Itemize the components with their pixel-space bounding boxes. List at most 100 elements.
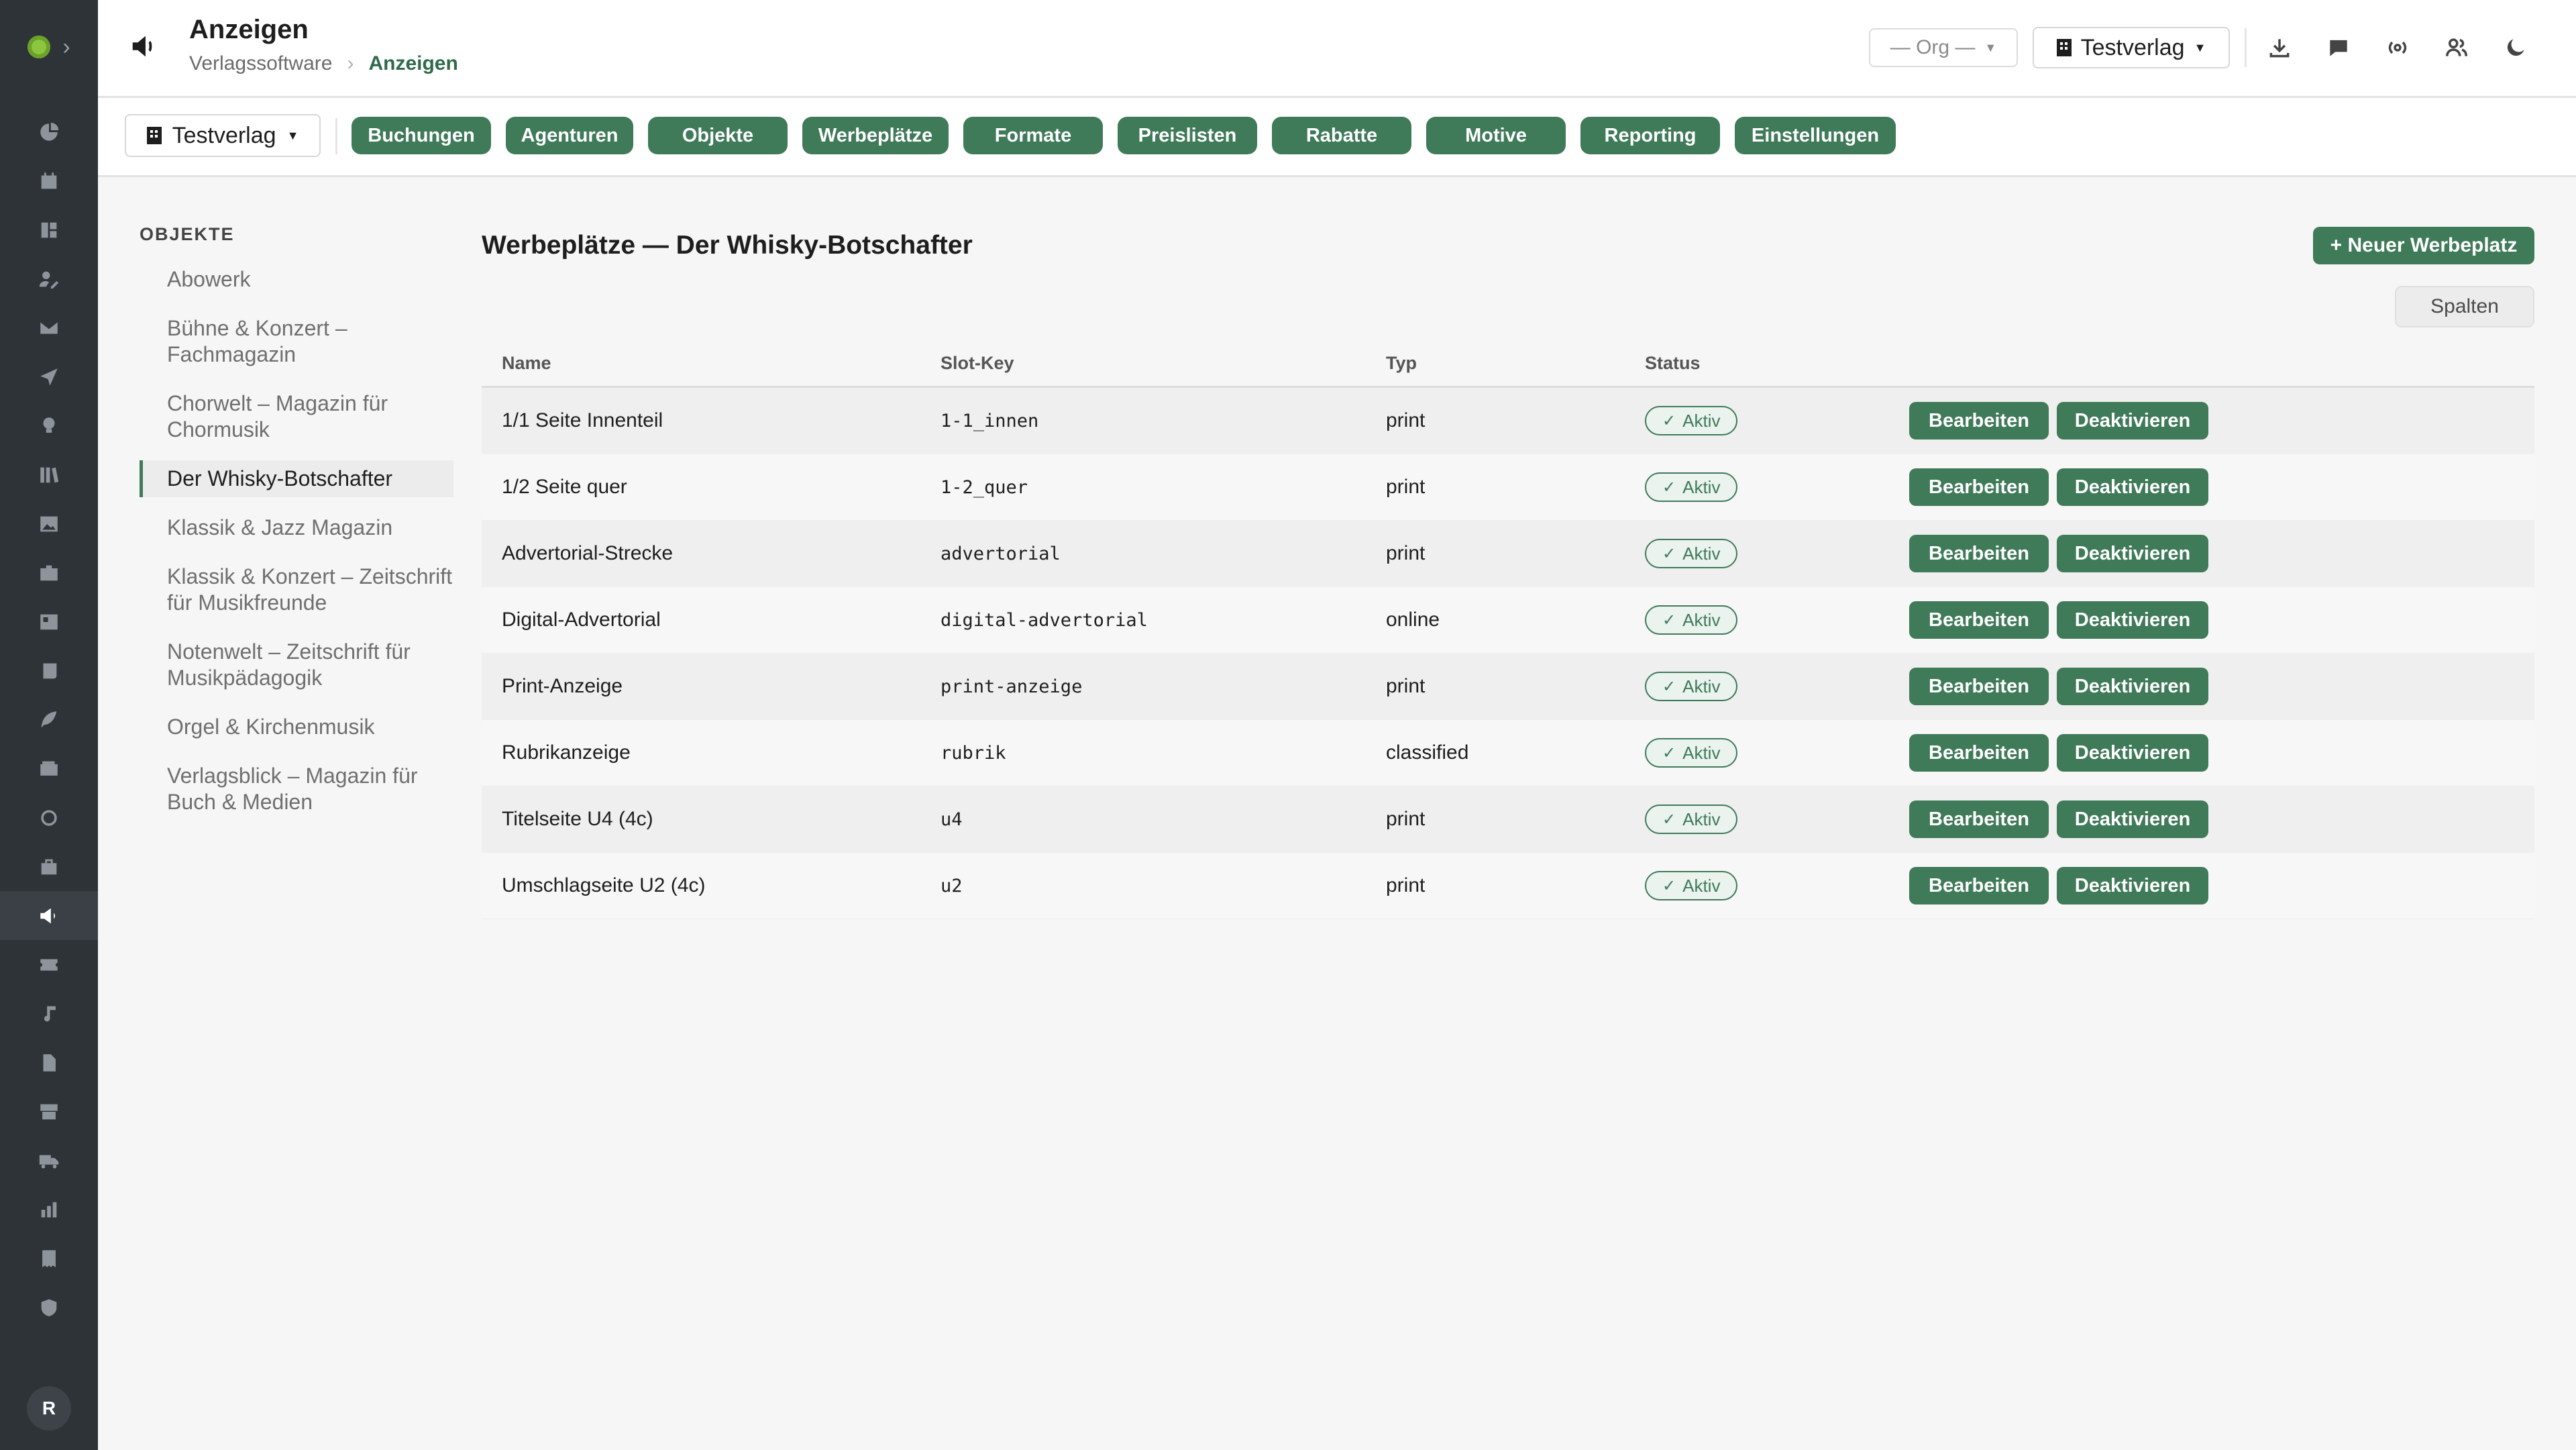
status-label: Aktiv [1682, 410, 1721, 431]
rail-item-truck[interactable] [0, 1136, 98, 1185]
module-tabs: Buchungen Agenturen Objekte Werbeplätze Form… [352, 117, 1896, 154]
deactivate-button[interactable]: Deaktivieren [2057, 601, 2208, 639]
rail-item-megaphone[interactable] [0, 891, 98, 940]
library-icon [40, 467, 59, 482]
rail-item-user-edit[interactable] [0, 254, 98, 303]
status-badge: ✓ Aktiv [1645, 605, 1738, 635]
rail-item-briefcase[interactable] [0, 548, 98, 597]
tab-reporting[interactable]: Reporting [1580, 117, 1720, 154]
rail-item-dashboard[interactable] [0, 107, 98, 156]
tab-objekte[interactable]: Objekte [648, 117, 788, 154]
status-label: Aktiv [1682, 676, 1721, 696]
expand-sidebar-icon[interactable]: › [62, 36, 70, 58]
rail-item-music[interactable] [0, 989, 98, 1038]
rail-item-bag[interactable] [0, 842, 98, 891]
table-row: Print-Anzeige print-anzeige print ✓ Aktiv Bea… [482, 654, 2534, 720]
edit-button[interactable]: Bearbeiten [1909, 601, 2049, 639]
objekt-item[interactable]: Klassik & Konzert – Zeitschrift für Musi… [140, 558, 453, 621]
rail-item-calendar[interactable] [0, 156, 98, 205]
objekt-item[interactable]: Der Whisky-Botschafter [140, 460, 453, 497]
tab-buchungen[interactable]: Buchungen [352, 117, 491, 154]
column-header-slot-key[interactable]: Slot-Key [941, 353, 1386, 374]
publisher-select-value: Testverlag [2080, 34, 2185, 60]
cell-status: ✓ Aktiv [1645, 472, 1909, 502]
rail-item-wallet[interactable] [0, 744, 98, 793]
tab-motive[interactable]: Motive [1426, 117, 1566, 154]
rail-item-feather[interactable] [0, 695, 98, 744]
rail-item-scroll[interactable] [0, 646, 98, 695]
deactivate-button[interactable]: Deaktivieren [2057, 535, 2208, 572]
status-badge: ✓ Aktiv [1645, 472, 1738, 502]
broadcast-button[interactable] [2377, 25, 2418, 70]
deactivate-button[interactable]: Deaktivieren [2057, 734, 2208, 772]
deactivate-button[interactable]: Deaktivieren [2057, 668, 2208, 705]
rail-item-shop[interactable] [0, 1087, 98, 1136]
column-header-name[interactable]: Name [482, 353, 941, 374]
users-button[interactable] [2436, 25, 2477, 70]
column-header-typ[interactable]: Typ [1386, 353, 1645, 374]
objekt-item[interactable]: Abowerk [140, 261, 453, 298]
tab-agenturen[interactable]: Agenturen [506, 117, 633, 154]
edit-button[interactable]: Bearbeiten [1909, 402, 2049, 439]
download-button[interactable] [2259, 25, 2300, 70]
rail-item-file[interactable] [0, 1038, 98, 1087]
cell-status: ✓ Aktiv [1645, 406, 1909, 435]
music-icon [44, 1006, 56, 1021]
rail-item-send[interactable] [0, 352, 98, 401]
new-werbeplatz-button[interactable]: + Neuer Werbeplatz [2313, 227, 2534, 264]
objekt-item[interactable]: Chorwelt – Magazin für Chormusik [140, 385, 453, 448]
rail-item-chart[interactable] [0, 1185, 98, 1234]
cell-name: Rubrikanzeige [502, 741, 631, 764]
deactivate-button[interactable]: Deaktivieren [2057, 468, 2208, 506]
rail-item-circle[interactable] [0, 793, 98, 842]
app-logo[interactable] [28, 36, 51, 58]
breadcrumb-root[interactable]: Verlagssoftware [189, 52, 332, 75]
tab-formate[interactable]: Formate [963, 117, 1103, 154]
deactivate-button[interactable]: Deaktivieren [2057, 800, 2208, 838]
org-select[interactable]: — Org — ▼ [1869, 28, 2018, 67]
rail-item-receipt[interactable] [0, 1234, 98, 1283]
rail-item-board[interactable] [0, 205, 98, 254]
rail-item-library[interactable] [0, 450, 98, 499]
tab-einstellungen[interactable]: Einstellungen [1735, 117, 1896, 154]
publisher-switch[interactable]: Testverlag ▼ [125, 114, 321, 157]
objekt-item[interactable]: Notenwelt – Zeitschrift für Musikpädagog… [140, 633, 453, 696]
rail-item-ticket[interactable] [0, 940, 98, 989]
row-actions: Bearbeiten Deaktivieren [1909, 535, 2208, 572]
rail-item-image[interactable] [0, 499, 98, 548]
chat-button[interactable] [2318, 25, 2359, 70]
rail-item-mail[interactable] [0, 303, 98, 352]
edit-button[interactable]: Bearbeiten [1909, 734, 2049, 772]
breadcrumb-current[interactable]: Anzeigen [368, 52, 458, 75]
objekt-item[interactable]: Klassik & Jazz Magazin [140, 509, 453, 546]
edit-button[interactable]: Bearbeiten [1909, 867, 2049, 904]
publisher-select[interactable]: Testverlag ▼ [2033, 27, 2230, 68]
rail-item-lightbulb[interactable] [0, 401, 98, 450]
status-label: Aktiv [1682, 476, 1721, 497]
deactivate-button[interactable]: Deaktivieren [2057, 867, 2208, 904]
tab-rabatte[interactable]: Rabatte [1272, 117, 1411, 154]
objekt-item[interactable]: Verlagsblick – Magazin für Buch & Medien [140, 758, 453, 821]
column-header-status[interactable]: Status [1645, 353, 1909, 374]
org-select-value: — Org — [1890, 36, 1976, 58]
edit-button[interactable]: Bearbeiten [1909, 468, 2049, 506]
objekt-item[interactable]: Bühne & Konzert – Fachmagazin [140, 310, 453, 373]
file-icon [43, 1053, 56, 1072]
header-divider [2245, 28, 2247, 67]
board-icon [41, 222, 57, 238]
theme-toggle-button[interactable] [2496, 25, 2536, 70]
edit-button[interactable]: Bearbeiten [1909, 800, 2049, 838]
objekt-item[interactable]: Orgel & Kirchenmusik [140, 709, 453, 745]
columns-button[interactable]: Spalten [2395, 286, 2534, 327]
rail-item-id-card[interactable] [0, 597, 98, 646]
cell-name: Advertorial-Strecke [502, 542, 674, 564]
edit-button[interactable]: Bearbeiten [1909, 668, 2049, 705]
tab-werbeplaetze[interactable]: Werbeplätze [802, 117, 949, 154]
user-avatar[interactable]: R [27, 1386, 71, 1431]
edit-button[interactable]: Bearbeiten [1909, 535, 2049, 572]
cell-slot-key: u4 [941, 809, 963, 830]
rail-item-shield[interactable] [0, 1283, 98, 1332]
row-actions: Bearbeiten Deaktivieren [1909, 402, 2208, 439]
tab-preislisten[interactable]: Preislisten [1118, 117, 1257, 154]
deactivate-button[interactable]: Deaktivieren [2057, 402, 2208, 439]
